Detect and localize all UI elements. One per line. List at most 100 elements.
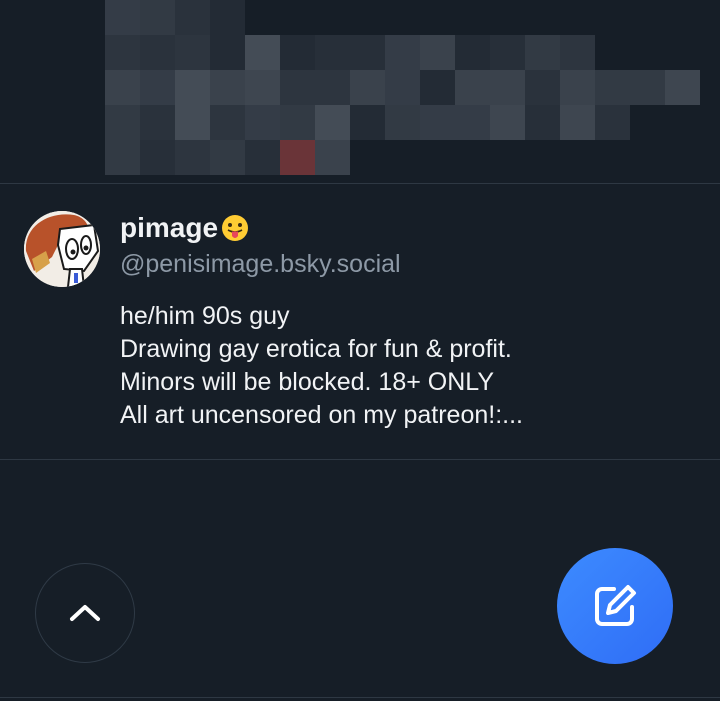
- pixel-block: [175, 0, 210, 35]
- pixel-block: [210, 0, 245, 35]
- chevron-up-icon: [70, 605, 100, 621]
- pixel-block: [140, 0, 175, 35]
- scroll-to-top-button[interactable]: [35, 563, 135, 663]
- avatar[interactable]: [24, 211, 100, 287]
- pixel-block: [630, 105, 665, 140]
- pixel-block: [105, 35, 140, 70]
- pixel-block: [385, 70, 420, 105]
- pixel-block: [175, 105, 210, 140]
- pixel-block: [525, 0, 560, 35]
- pixel-block: [245, 70, 280, 105]
- profile-card[interactable]: pimage @penisimage.bsky.social he/him 90…: [0, 184, 720, 459]
- pixel-block: [350, 140, 385, 175]
- pixel-block: [385, 35, 420, 70]
- pixel-block: [665, 140, 700, 175]
- avatar-illustration: [24, 211, 100, 287]
- pixel-block: [525, 140, 560, 175]
- divider: [0, 697, 720, 698]
- pixel-block: [455, 140, 490, 175]
- pixel-block: [175, 140, 210, 175]
- pixel-block: [350, 35, 385, 70]
- pixel-block: [455, 70, 490, 105]
- pixel-block: [245, 0, 280, 35]
- pixel-block: [595, 0, 630, 35]
- pixel-block: [280, 140, 315, 175]
- pixel-block: [630, 0, 665, 35]
- pixel-block: [420, 140, 455, 175]
- pixel-block: [280, 70, 315, 105]
- pixel-block: [420, 35, 455, 70]
- pixel-block: [595, 35, 630, 70]
- pixel-block: [315, 35, 350, 70]
- pixel-block: [490, 0, 525, 35]
- pixel-block: [105, 140, 140, 175]
- display-name-row[interactable]: pimage: [120, 212, 250, 244]
- pixel-block: [315, 70, 350, 105]
- divider: [0, 459, 720, 460]
- pixel-block: [420, 105, 455, 140]
- pixel-block: [315, 0, 350, 35]
- pixel-block: [175, 35, 210, 70]
- pixel-block: [140, 35, 175, 70]
- pixel-block: [315, 140, 350, 175]
- compose-button[interactable]: [557, 548, 673, 664]
- pixel-block: [280, 35, 315, 70]
- pixel-block: [595, 70, 630, 105]
- pixel-block: [665, 0, 700, 35]
- pixel-block: [560, 105, 595, 140]
- pixel-block: [385, 0, 420, 35]
- pixel-block: [560, 70, 595, 105]
- pixel-block: [665, 70, 700, 105]
- pixel-block: [210, 70, 245, 105]
- pixel-block: [105, 0, 140, 35]
- pixel-block: [630, 35, 665, 70]
- pixel-block: [455, 105, 490, 140]
- compose-icon: [595, 585, 636, 626]
- pixel-block: [420, 0, 455, 35]
- screen: pimage @penisimage.bsky.social he/him 90…: [0, 0, 720, 701]
- pixel-block: [525, 35, 560, 70]
- pixel-block: [560, 140, 595, 175]
- pixel-block: [140, 70, 175, 105]
- pixel-block: [350, 105, 385, 140]
- pixel-block: [105, 105, 140, 140]
- pixel-block: [140, 140, 175, 175]
- pixel-block: [490, 35, 525, 70]
- pixel-block: [385, 140, 420, 175]
- pixel-block: [560, 35, 595, 70]
- pixel-block: [595, 140, 630, 175]
- pixel-block: [210, 35, 245, 70]
- pixelated-content: [105, 0, 700, 175]
- pixel-block: [560, 0, 595, 35]
- pixel-block: [595, 105, 630, 140]
- pixel-block: [490, 70, 525, 105]
- pixel-block: [315, 105, 350, 140]
- pixel-block: [525, 70, 560, 105]
- pixel-block: [455, 35, 490, 70]
- pixel-block: [455, 0, 490, 35]
- pixel-block: [350, 0, 385, 35]
- pixel-block: [245, 35, 280, 70]
- pixel-block: [665, 105, 700, 140]
- pixel-block: [665, 35, 700, 70]
- pixel-block: [140, 105, 175, 140]
- pixel-block: [105, 70, 140, 105]
- bio-line: Drawing gay erotica for fun & profit.: [120, 335, 512, 363]
- pixel-block: [210, 140, 245, 175]
- handle[interactable]: @penisimage.bsky.social: [120, 250, 401, 279]
- bio-line: All art uncensored on my patreon!:...: [120, 401, 523, 429]
- pixel-block: [210, 105, 245, 140]
- bio-line: Minors will be blocked. 18+ ONLY: [120, 368, 495, 396]
- display-name[interactable]: pimage: [120, 212, 218, 244]
- bio: he/him 90s guy Drawing gay erotica for f…: [120, 300, 523, 432]
- pixel-block: [245, 140, 280, 175]
- pixel-block: [490, 105, 525, 140]
- pixel-block: [175, 70, 210, 105]
- pixel-block: [630, 70, 665, 105]
- pixel-block: [350, 70, 385, 105]
- pixel-block: [630, 140, 665, 175]
- pixel-block: [280, 0, 315, 35]
- pixel-block: [280, 105, 315, 140]
- pixel-block: [420, 70, 455, 105]
- pixel-block: [525, 105, 560, 140]
